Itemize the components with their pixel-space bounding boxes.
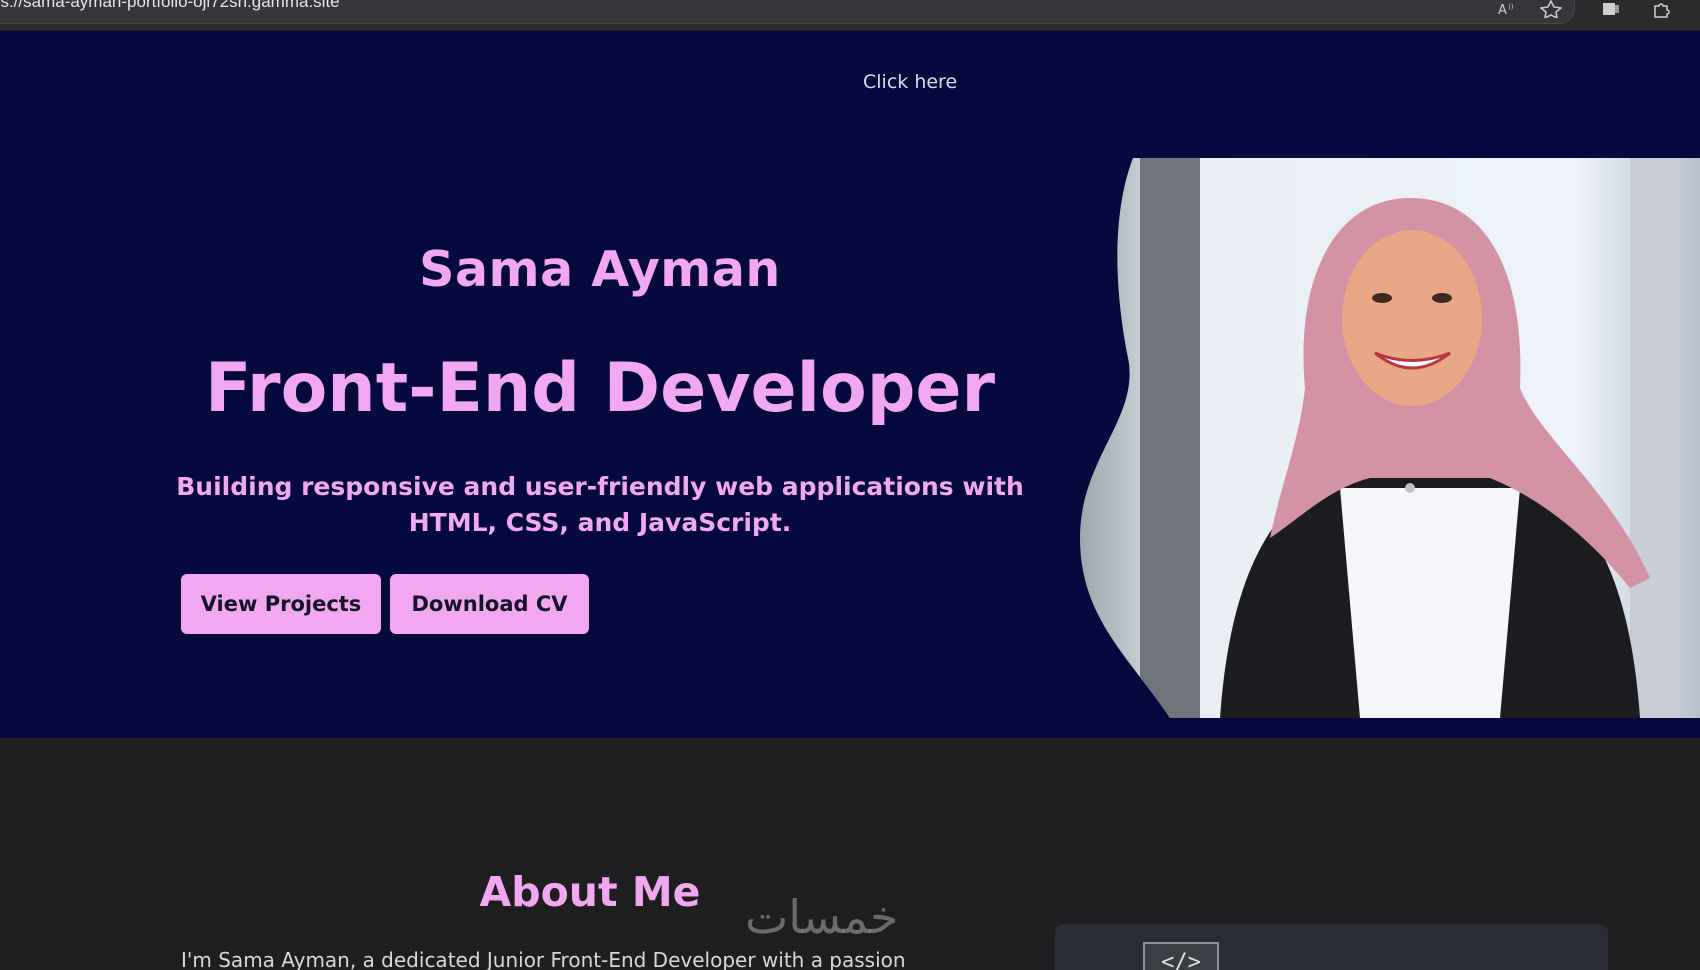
about-section: About Me I'm Sama Ayman, a dedicated Jun…	[0, 738, 1700, 970]
code-icon: </>	[1143, 942, 1219, 970]
view-projects-button[interactable]: View Projects	[181, 574, 381, 634]
extensions-icon[interactable]	[1650, 0, 1672, 18]
profile-photo	[1070, 158, 1700, 718]
watermark-logo: خمسات	[745, 890, 899, 944]
download-cv-button[interactable]: Download CV	[390, 574, 589, 634]
svg-text:A: A	[1498, 3, 1507, 16]
hero-section: Click here Sama Ayman Front-End Develope…	[0, 31, 1700, 738]
address-bar[interactable]: ps://sama-ayman-portfolio-oji72sh.gamma.…	[0, 0, 1575, 24]
collections-icon[interactable]	[1600, 0, 1622, 18]
browser-toolbar: ps://sama-ayman-portfolio-oji72sh.gamma.…	[0, 0, 1700, 31]
about-image-card: </>	[1055, 924, 1608, 970]
hero-tagline: Building responsive and user-friendly we…	[176, 472, 1024, 537]
favorite-star-icon[interactable]	[1539, 0, 1563, 18]
about-title: About Me	[479, 868, 701, 916]
about-intro-text: I'm Sama Ayman, a dedicated Junior Front…	[181, 948, 906, 970]
hero-name: Sama Ayman	[419, 241, 781, 298]
read-aloud-icon[interactable]: A))	[1495, 0, 1521, 18]
address-bar-url[interactable]: ps://sama-ayman-portfolio-oji72sh.gamma.…	[0, 0, 340, 12]
hero-role-title: Front-End Developer	[204, 349, 996, 428]
svg-text:)): ))	[1508, 3, 1514, 11]
click-here-link[interactable]: Click here	[863, 71, 957, 93]
